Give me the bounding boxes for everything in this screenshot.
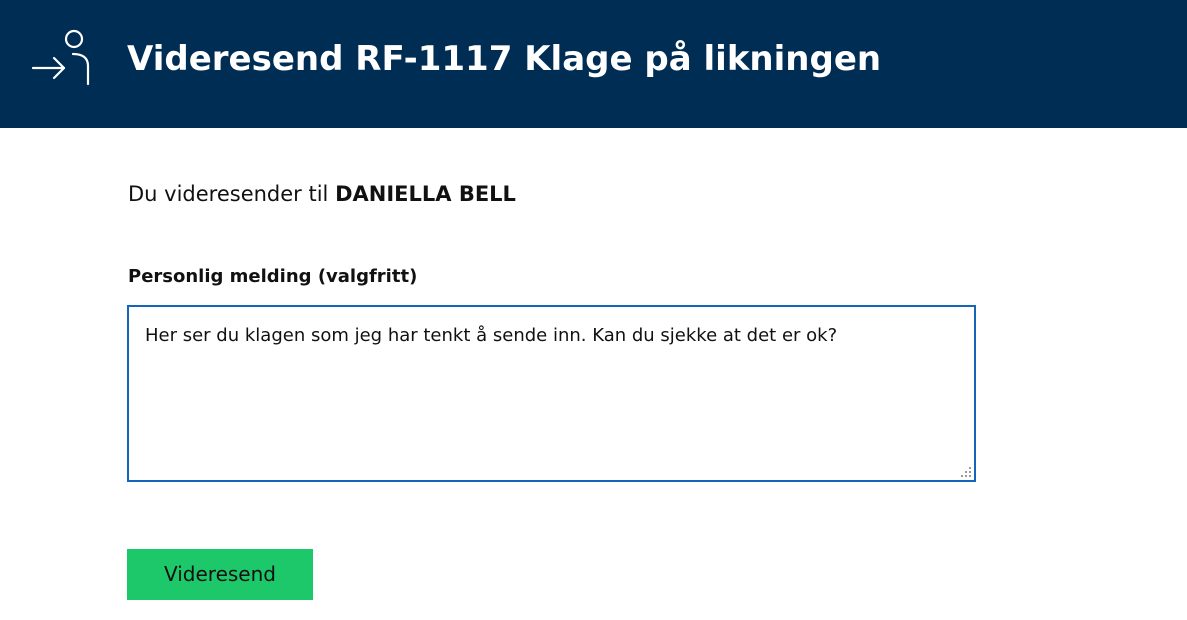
personal-message-field[interactable]: Her ser du klagen som jeg har tenkt å se…: [127, 305, 976, 482]
page-header: Videresend RF-1117 Klage på likningen: [0, 0, 1187, 128]
message-label: Personlig melding (valgfritt): [128, 266, 418, 287]
resize-handle-icon[interactable]: [961, 467, 973, 479]
forward-person-icon: [31, 29, 90, 86]
forward-button[interactable]: Videresend: [127, 549, 313, 600]
recipient-info: Du videresender til DANIELLA BELL: [128, 180, 516, 208]
recipient-prefix: Du videresender til: [128, 182, 336, 206]
recipient-name: DANIELLA BELL: [335, 182, 516, 206]
page-title: Videresend RF-1117 Klage på likningen: [127, 39, 882, 79]
